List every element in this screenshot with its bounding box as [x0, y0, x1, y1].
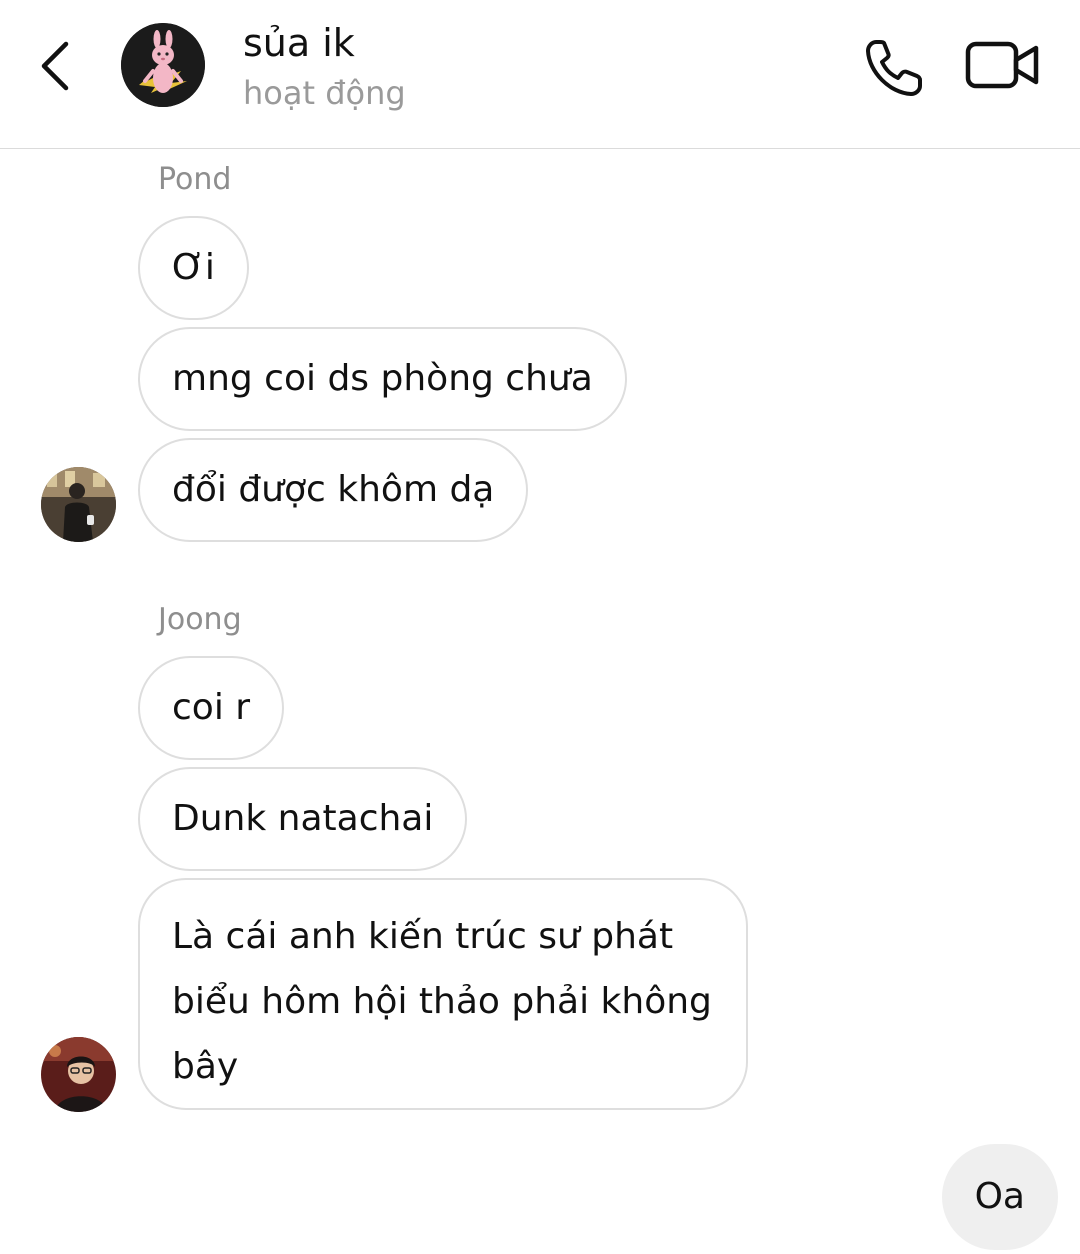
chevron-left-icon — [41, 41, 69, 91]
message-bubble[interactable]: đổi được khôm dạ — [138, 438, 529, 542]
group-avatar[interactable] — [121, 23, 205, 107]
sender-name: Joong — [158, 602, 242, 637]
video-call-button[interactable] — [964, 36, 1042, 96]
chat-title[interactable]: sủa ik — [243, 18, 355, 68]
message-bubble[interactable]: Ơi — [138, 216, 249, 320]
video-camera-icon — [965, 41, 1039, 89]
avatar-photo — [41, 1037, 116, 1112]
active-status: hoạt động — [243, 74, 406, 112]
sender-name: Pond — [158, 162, 232, 197]
message-bubble[interactable]: Là cái anh kiến trúc sư phát biểu hôm hộ… — [138, 878, 748, 1110]
sender-avatar-joong[interactable] — [41, 1037, 116, 1112]
message-bubble[interactable]: Dunk natachai — [138, 767, 468, 871]
sender-avatar-pond[interactable] — [41, 467, 116, 542]
message-bubble[interactable]: coi r — [138, 656, 285, 760]
voice-call-button[interactable] — [862, 34, 928, 100]
own-message-bubble[interactable]: Oa — [941, 1144, 1058, 1250]
bunny-sticker-image — [121, 23, 205, 107]
avatar-photo — [41, 467, 116, 542]
phone-icon — [866, 40, 922, 96]
chat-header: sủa ik hoạt động — [0, 0, 1080, 149]
back-button[interactable] — [30, 36, 86, 92]
message-bubble[interactable]: mng coi ds phòng chưa — [138, 327, 627, 431]
